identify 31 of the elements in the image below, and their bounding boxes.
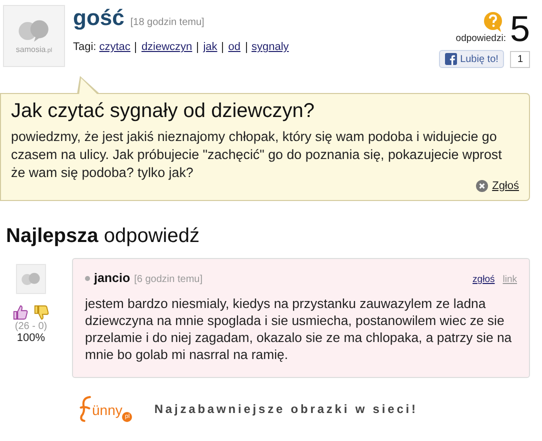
post-time: [18 godzin temu] [130,17,204,28]
question-title: Jak czytać sygnały od dziewczyn? [11,100,316,123]
avatar [16,264,46,294]
tag-link[interactable]: jak [203,41,218,53]
approval-percent: 100% [16,332,46,344]
close-circle-icon [476,180,488,192]
tags-label: Tagi: [73,41,96,53]
section-heading: Najlepsza odpowiedź [6,225,200,248]
thumbs-up-icon[interactable] [12,304,29,321]
thumbs-down-icon[interactable] [33,304,50,321]
question-text: powiedzmy, że jest jakiś nieznajomy chłopak, który się wam podoba i widujecie go czasem na ulicy. Jak próbujecie "zachęcić" go do poznania się, pokazujecie wprost że wam się podoba? tylko jak? [11,128,503,180]
tag-link[interactable]: sygnaly [252,41,289,53]
report-link[interactable]: Zgłoś [476,180,519,192]
vote-count: (26 - 0) [14,321,48,332]
tag-link[interactable]: czytac [99,41,130,53]
author-name[interactable]: gość [73,5,124,31]
tag-link[interactable]: dziewczyn [141,41,192,53]
like-button[interactable]: Lubię to! [439,50,504,68]
logo-mark-icon [78,394,92,424]
author-name[interactable]: jancio [94,271,130,285]
answer-text: jestem bardzo niesmialy, kiedys na przystanku zauwazylem ze ladna dziewczyna na mnie spoglada i sie usmiecha, postanowilem wiec ze sie przelamie i do niej zagadam, okazalo sie ze ma chlopaka, a patrzy sie na mnie bo golab mi nasrral na ramię. [85,295,513,363]
report-link[interactable]: zgłoś [472,274,495,285]
answers-count: 5 [510,12,530,46]
tag-link[interactable]: od [228,41,240,53]
post-time: [6 godzin temu] [134,274,202,285]
facebook-icon [445,53,458,65]
answers-label: odpowiedzi: [456,33,506,44]
tagline: Najzabawniejsze obrazki w sieci! [154,402,418,416]
question-bubble-icon [482,11,504,33]
like-count: 1 [510,50,530,68]
bullet-icon [85,276,90,280]
